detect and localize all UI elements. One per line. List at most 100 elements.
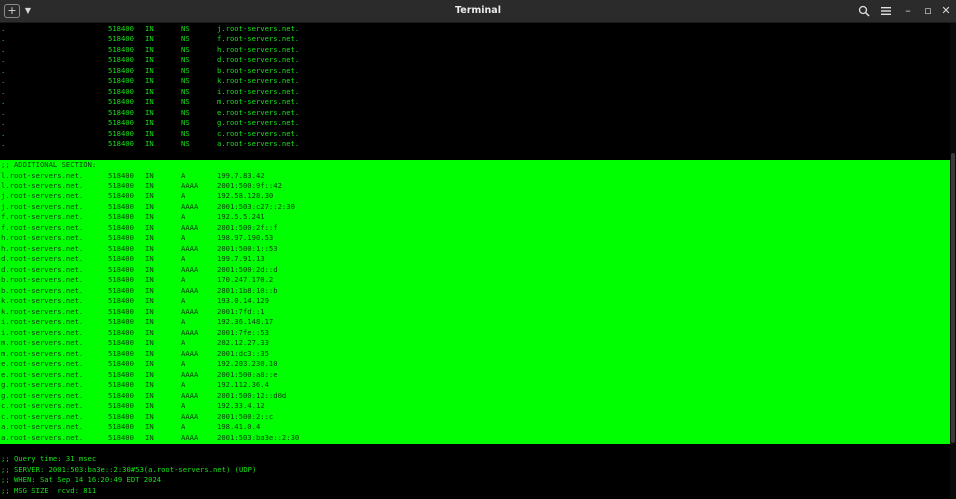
dns-record-line: c.root-servers.net. 518400 IN AAAA 2001:500:… <box>1 412 946 423</box>
record-class: IN <box>145 201 154 211</box>
record-type: AAAA <box>181 432 199 442</box>
record-class: IN <box>145 222 154 232</box>
terminal-output[interactable]: . 518400 IN NS j.root-servers.net.. 518400 IN N… <box>0 23 950 499</box>
record-value: 192.36.148.17 <box>217 317 274 327</box>
dns-record-line: . 518400 IN NS h.root-servers.net. <box>1 45 946 56</box>
record-name: k.root-servers.net. <box>1 296 84 306</box>
record-type: NS <box>181 24 190 33</box>
record-class: IN <box>145 138 154 148</box>
dns-record-line: . 518400 IN NS g.root-servers.net. <box>1 118 946 129</box>
record-value: 192.5.5.241 <box>217 212 265 222</box>
record-value: 192.58.128.30 <box>217 191 274 201</box>
record-type: NS <box>181 44 190 54</box>
record-type: NS <box>181 97 190 107</box>
record-value: 2001:503:ba3e::2:30 <box>217 432 300 442</box>
record-ttl: 518400 <box>108 222 134 232</box>
dns-record-line: h.root-servers.net. 518400 IN A 198.97.190.5… <box>1 233 946 244</box>
window-title: Terminal <box>455 5 501 16</box>
record-name: . <box>1 118 6 128</box>
record-ttl: 518400 <box>108 191 134 201</box>
record-value: 193.0.14.129 <box>217 296 269 306</box>
record-type: NS <box>181 65 190 75</box>
record-name: . <box>1 97 6 107</box>
record-value: 199.7.91.13 <box>217 254 265 264</box>
dns-record-line: . 518400 IN NS b.root-servers.net. <box>1 66 946 77</box>
record-ttl: 518400 <box>108 65 134 75</box>
record-class: IN <box>145 296 154 306</box>
record-ttl: 518400 <box>108 118 134 128</box>
record-class: IN <box>145 306 154 316</box>
record-name: i.root-servers.net. <box>1 317 84 327</box>
record-type: A <box>181 317 186 327</box>
record-type: NS <box>181 86 190 96</box>
record-type: A <box>181 380 186 390</box>
dns-record-line: . 518400 IN NS f.root-servers.net. <box>1 34 946 45</box>
record-type: AAAA <box>181 348 199 358</box>
record-type: AAAA <box>181 390 199 400</box>
record-class: IN <box>145 107 154 117</box>
hamburger-menu-button[interactable] <box>878 3 894 19</box>
scrollbar-thumb[interactable] <box>951 153 955 443</box>
record-name: . <box>1 65 6 75</box>
tab-menu-dropdown-button[interactable]: ▼ <box>22 3 34 19</box>
record-ttl: 518400 <box>108 422 134 432</box>
record-class: IN <box>145 34 154 44</box>
record-ttl: 518400 <box>108 327 134 337</box>
record-class: IN <box>145 86 154 96</box>
record-ttl: 518400 <box>108 285 134 295</box>
record-value: i.root-servers.net. <box>217 86 300 96</box>
record-ttl: 518400 <box>108 24 134 33</box>
record-value: 2001:7fd::1 <box>217 306 265 316</box>
dns-record-line: h.root-servers.net. 518400 IN AAAA 2001:500:… <box>1 244 946 255</box>
record-value: 192.203.230.10 <box>217 359 278 369</box>
hamburger-icon <box>881 7 891 15</box>
record-ttl: 518400 <box>108 264 134 274</box>
dns-record-line: j.root-servers.net. 518400 IN A 192.58.128.3… <box>1 191 946 202</box>
dns-record-line: . 518400 IN NS i.root-servers.net. <box>1 87 946 98</box>
record-ttl: 518400 <box>108 275 134 285</box>
minimize-button[interactable]: – <box>902 3 914 19</box>
query-stat-line: ;; SERVER: 2001:503:ba3e::2:30#53(a.root… <box>1 464 257 474</box>
dns-record-line: i.root-servers.net. 518400 IN A 192.36.148.1… <box>1 317 946 328</box>
record-value: 199.7.83.42 <box>217 170 265 180</box>
record-value: c.root-servers.net. <box>217 128 300 138</box>
record-type: AAAA <box>181 222 199 232</box>
record-class: IN <box>145 76 154 86</box>
record-type: A <box>181 254 186 264</box>
new-tab-button[interactable]: + <box>4 4 20 18</box>
dns-record-line: m.root-servers.net. 518400 IN AAAA 2001:dc3:… <box>1 349 946 360</box>
record-name: . <box>1 107 6 117</box>
record-ttl: 518400 <box>108 97 134 107</box>
record-type: AAAA <box>181 306 199 316</box>
dns-record-line: g.root-servers.net. 518400 IN AAAA 2001:500:… <box>1 391 946 402</box>
record-class: IN <box>145 285 154 295</box>
dns-record-line: e.root-servers.net. 518400 IN A 192.203.230.… <box>1 359 946 370</box>
dns-record-line: . 518400 IN NS k.root-servers.net. <box>1 76 946 87</box>
record-value: f.root-servers.net. <box>217 34 300 44</box>
maximize-button[interactable]: ▫ <box>922 3 934 19</box>
record-value: d.root-servers.net. <box>217 55 300 65</box>
record-name: f.root-servers.net. <box>1 222 84 232</box>
record-type: NS <box>181 138 190 148</box>
record-class: IN <box>145 170 154 180</box>
record-value: 2001:500:2f::f <box>217 222 278 232</box>
record-ttl: 518400 <box>108 86 134 96</box>
dns-record-line: a.root-servers.net. 518400 IN A 198.41.0.4 <box>1 422 946 433</box>
close-button[interactable]: ✕ <box>940 3 952 19</box>
record-value: 192.33.4.12 <box>217 401 265 411</box>
record-name: b.root-servers.net. <box>1 285 84 295</box>
record-name: e.root-servers.net. <box>1 359 84 369</box>
record-class: IN <box>145 180 154 190</box>
record-ttl: 518400 <box>108 432 134 442</box>
record-name: g.root-servers.net. <box>1 390 84 400</box>
dns-record-line: . 518400 IN NS m.root-servers.net. <box>1 97 946 108</box>
scrollbar[interactable] <box>950 23 956 499</box>
record-name: l.root-servers.net. <box>1 180 84 190</box>
dns-record-line: j.root-servers.net. 518400 IN AAAA 2001:503:… <box>1 202 946 213</box>
search-button[interactable] <box>856 3 872 19</box>
record-value: 2001:500:2::c <box>217 411 274 421</box>
record-ttl: 518400 <box>108 359 134 369</box>
dns-record-line: . 518400 IN NS e.root-servers.net. <box>1 108 946 119</box>
record-name: a.root-servers.net. <box>1 422 84 432</box>
record-type: NS <box>181 118 190 128</box>
